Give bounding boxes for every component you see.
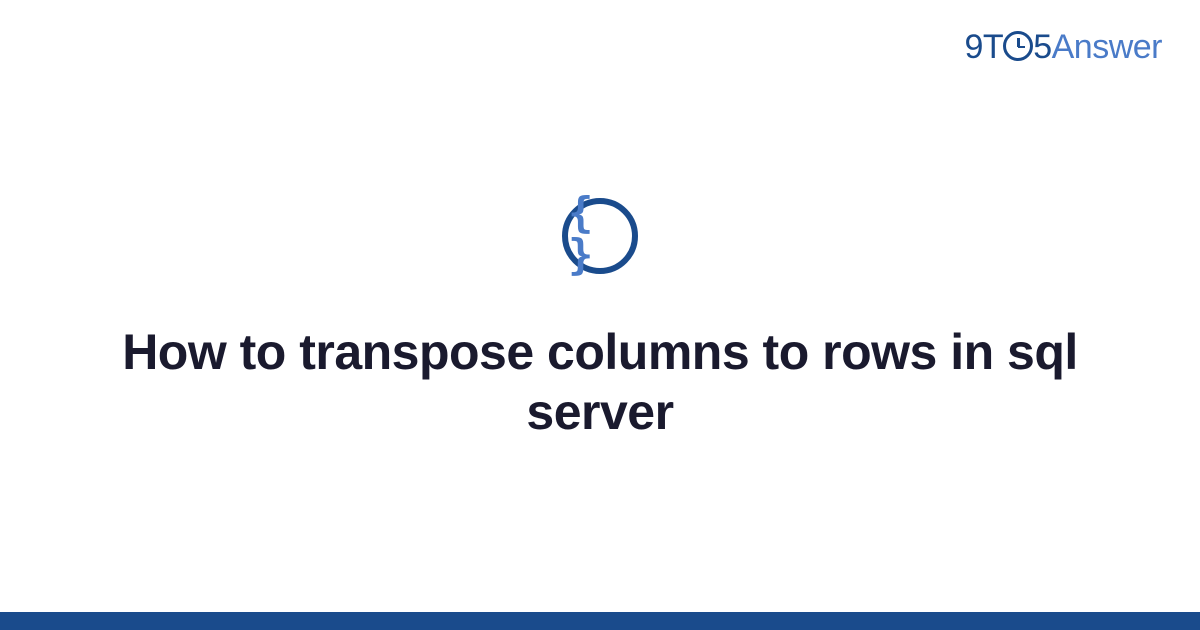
main-content: { } How to transpose columns to rows in … [0, 0, 1200, 630]
footer-accent-bar [0, 612, 1200, 630]
code-braces-icon: { } [568, 192, 632, 276]
category-icon-circle: { } [562, 198, 638, 274]
page-title: How to transpose columns to rows in sql … [100, 322, 1100, 442]
